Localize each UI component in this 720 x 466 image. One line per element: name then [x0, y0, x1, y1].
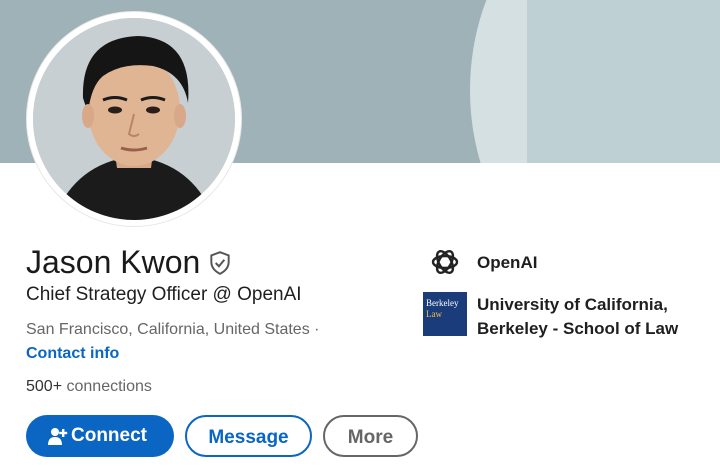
profile-avatar[interactable] [27, 12, 241, 226]
avatar-portrait-icon [33, 18, 235, 220]
education-name-line1: University of California, [477, 295, 668, 314]
connections-number: 500+ [26, 378, 63, 395]
berkeley-law-logo: Berkeley Law [423, 292, 467, 336]
openai-logo-icon [431, 249, 459, 275]
shield-check-icon[interactable] [207, 250, 233, 276]
avatar-photo [33, 18, 235, 220]
company-name: OpenAI [477, 253, 538, 272]
berkeley-logo-line1: Berkeley [426, 298, 459, 308]
profile-name: Jason Kwon [26, 244, 201, 280]
profile-headline: Chief Strategy Officer @ OpenAI [26, 284, 302, 305]
connect-button[interactable]: Connect [26, 415, 174, 457]
add-person-icon [48, 428, 68, 445]
message-button[interactable]: Message [185, 415, 312, 457]
more-button[interactable]: More [323, 415, 418, 457]
connections-count[interactable]: 500+ connections [26, 376, 152, 398]
connections-label: connections [66, 378, 152, 395]
profile-location: San Francisco, California, United States… [26, 321, 320, 338]
berkeley-logo-line2: Law [426, 309, 442, 319]
connect-label: Connect [71, 425, 147, 446]
banner-panel [527, 0, 720, 163]
education-name-line2: Berkeley - School of Law [477, 319, 679, 338]
contact-info-link[interactable]: Contact info [26, 343, 119, 365]
